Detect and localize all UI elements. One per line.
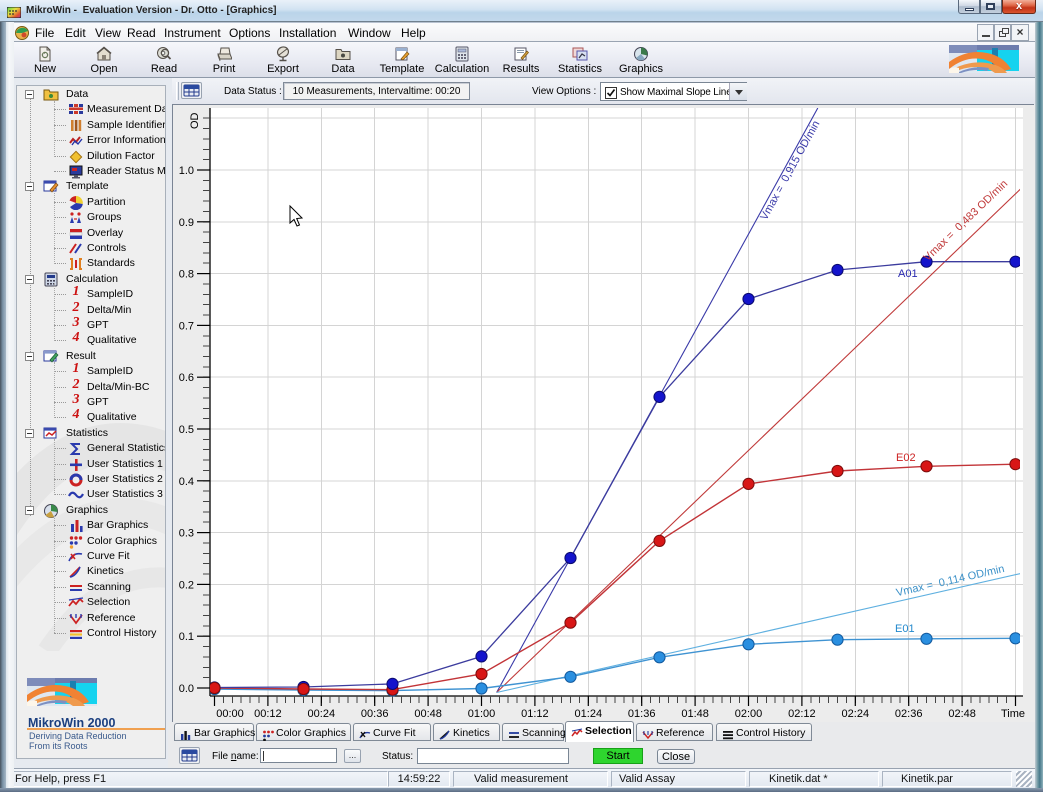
svg-text:1.0: 1.0 [179,165,194,177]
svg-text:00:12: 00:12 [254,708,282,720]
svg-text:01:00: 01:00 [468,708,496,720]
svg-text:02:24: 02:24 [842,708,870,720]
svg-text:00:00: 00:00 [216,708,244,720]
svg-text:01:24: 01:24 [575,708,603,720]
svg-text:00:36: 00:36 [361,708,389,720]
svg-text:0.4: 0.4 [179,476,194,488]
svg-text:00:24: 00:24 [308,708,336,720]
svg-text:0.9: 0.9 [179,217,194,229]
svg-text:02:48: 02:48 [948,708,976,720]
svg-text:0.7: 0.7 [179,320,194,332]
svg-text:01:36: 01:36 [628,708,656,720]
svg-text:0.5: 0.5 [179,424,194,436]
svg-text:01:12: 01:12 [521,708,549,720]
svg-text:02:00: 02:00 [735,708,763,720]
svg-text:OD: OD [189,112,201,129]
svg-text:0.0: 0.0 [179,683,194,695]
svg-text:A01: A01 [898,268,918,280]
svg-text:0.2: 0.2 [179,579,194,591]
svg-text:E02: E02 [896,452,916,464]
svg-text:00:48: 00:48 [414,708,442,720]
svg-text:0.3: 0.3 [179,528,194,540]
svg-text:01:48: 01:48 [681,708,709,720]
svg-text:0.8: 0.8 [179,269,194,281]
svg-text:Time: Time [1001,708,1025,720]
svg-text:0.1: 0.1 [179,631,194,643]
svg-text:E01: E01 [895,623,915,635]
svg-text:02:36: 02:36 [895,708,923,720]
svg-text:02:12: 02:12 [788,708,816,720]
svg-text:0.6: 0.6 [179,372,194,384]
